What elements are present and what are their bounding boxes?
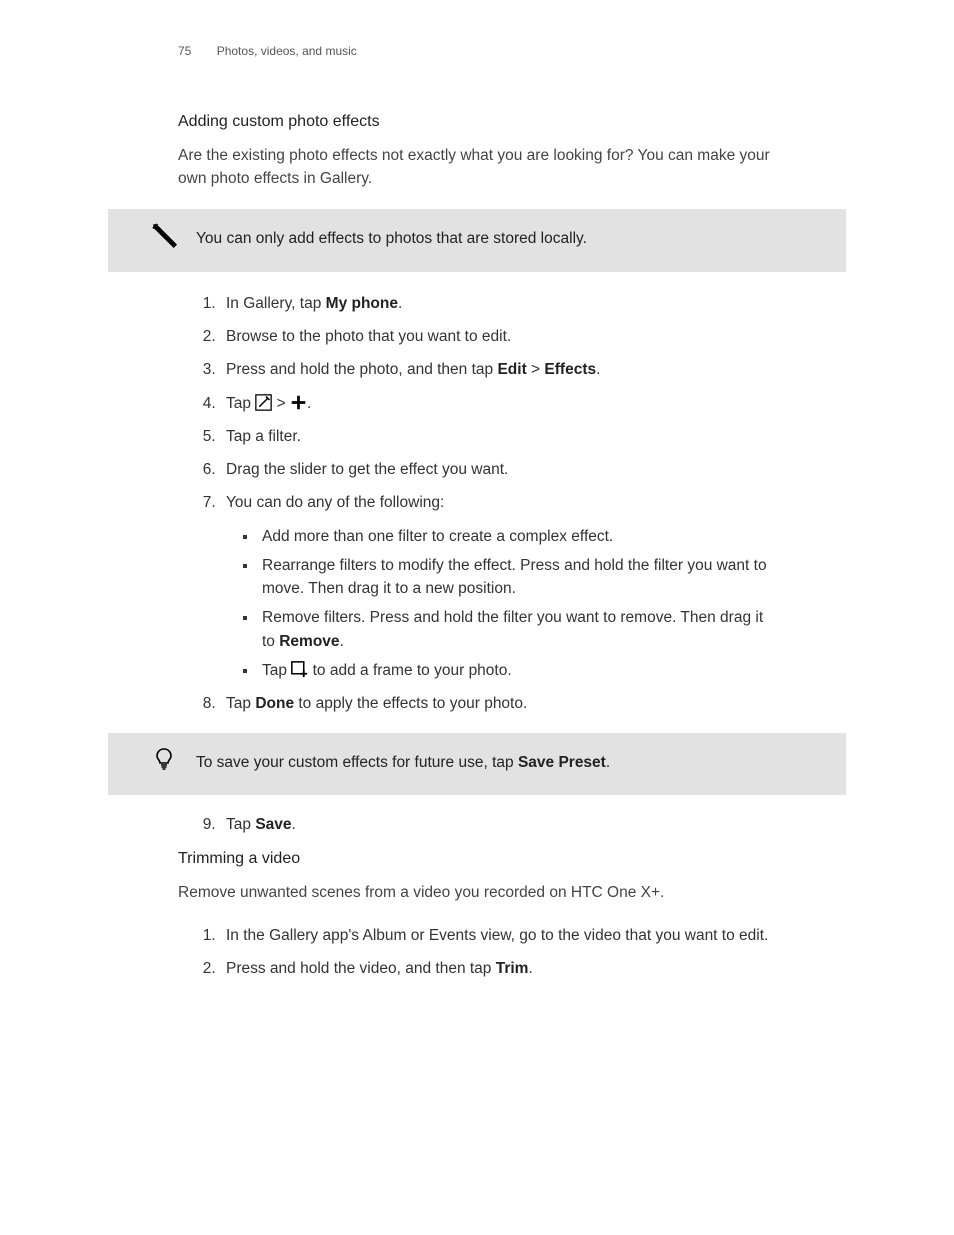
- page-header: 75 Photos, videos, and music: [108, 42, 846, 60]
- plus-icon: [290, 394, 307, 411]
- sub-item: Add more than one filter to create a com…: [258, 525, 776, 548]
- section-heading: Adding custom photo effects: [178, 110, 776, 134]
- steps-list: Tap Save.: [178, 813, 776, 836]
- steps-list: In the Gallery app's Album or Events vie…: [178, 924, 776, 981]
- tip-callout: To save your custom effects for future u…: [108, 733, 846, 795]
- step-item: Press and hold the video, and then tap T…: [220, 957, 776, 980]
- section-intro: Are the existing photo effects not exact…: [178, 144, 776, 191]
- sub-item: Remove filters. Press and hold the filte…: [258, 606, 776, 653]
- sub-item: Tap to add a frame to your photo.: [258, 659, 776, 682]
- step-item: You can do any of the following: Add mor…: [220, 491, 776, 682]
- sub-list: Add more than one filter to create a com…: [226, 525, 776, 683]
- chapter-title: Photos, videos, and music: [217, 44, 357, 58]
- page: 75 Photos, videos, and music Adding cust…: [0, 0, 954, 1235]
- frame-plus-icon: [291, 661, 308, 678]
- note-text: You can only add effects to photos that …: [196, 225, 826, 250]
- sub-item: Rearrange filters to modify the effect. …: [258, 554, 776, 601]
- step-item: In the Gallery app's Album or Events vie…: [220, 924, 776, 947]
- step-item: Tap > .: [220, 392, 776, 415]
- step-item: In Gallery, tap My phone.: [220, 292, 776, 315]
- tip-text: To save your custom effects for future u…: [196, 749, 826, 774]
- page-number: 75: [178, 42, 191, 60]
- step-item: Tap a filter.: [220, 425, 776, 448]
- section-heading: Trimming a video: [178, 847, 776, 871]
- step-item: Drag the slider to get the effect you wa…: [220, 458, 776, 481]
- pencil-icon: [152, 223, 178, 256]
- step-item: Browse to the photo that you want to edi…: [220, 325, 776, 348]
- step-item: Tap Save.: [220, 813, 776, 836]
- step-item: Press and hold the photo, and then tap E…: [220, 358, 776, 381]
- lightbulb-icon: [152, 747, 178, 778]
- edit-slider-icon: [255, 394, 272, 411]
- step-item: Tap Done to apply the effects to your ph…: [220, 692, 776, 715]
- section-intro: Remove unwanted scenes from a video you …: [178, 881, 776, 904]
- note-callout: You can only add effects to photos that …: [108, 209, 846, 272]
- steps-list: In Gallery, tap My phone. Browse to the …: [178, 292, 776, 716]
